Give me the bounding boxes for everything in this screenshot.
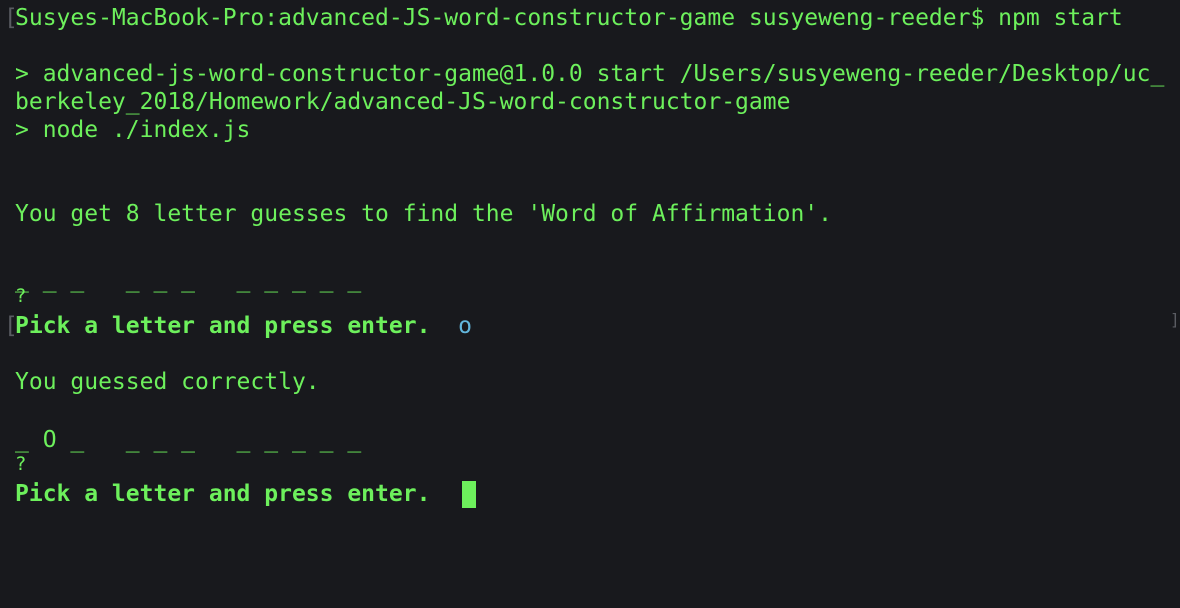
input-prompt-label: Pick a letter and press enter. o xyxy=(15,312,472,340)
guess-feedback-text: You guessed correctly. xyxy=(15,369,320,395)
typed-input: o xyxy=(458,313,472,339)
game-intro-text: You get 8 letter guesses to find the 'Wo… xyxy=(15,201,832,227)
npm-script-line-wrap: berkeley_2018/Homework/advanced-JS-word-… xyxy=(15,89,791,115)
question-mark: ? xyxy=(15,453,27,475)
shell-prompt-command: Susyes-MacBook-Pro:advanced-JS-word-cons… xyxy=(15,5,1123,31)
word-display-blanks: _ _ _ _ _ _ _ _ _ _ _ xyxy=(15,267,362,293)
input-prompt-label-active: Pick a letter and press enter. xyxy=(15,481,431,507)
line-marker-right: ] xyxy=(1170,310,1180,329)
npm-script-line: > advanced-js-word-constructor-game@1.0.… xyxy=(15,61,1165,87)
terminal-window[interactable]: [ Susyes-MacBook-Pro:advanced-JS-word-co… xyxy=(0,0,1180,608)
prompt-text: Pick a letter and press enter. xyxy=(15,313,431,339)
word-display-progress: _ O _ _ _ _ _ _ _ _ _ xyxy=(15,427,362,453)
question-mark: ? xyxy=(15,285,27,307)
node-command-line: > node ./index.js xyxy=(15,117,251,143)
text-cursor[interactable] xyxy=(462,481,476,508)
